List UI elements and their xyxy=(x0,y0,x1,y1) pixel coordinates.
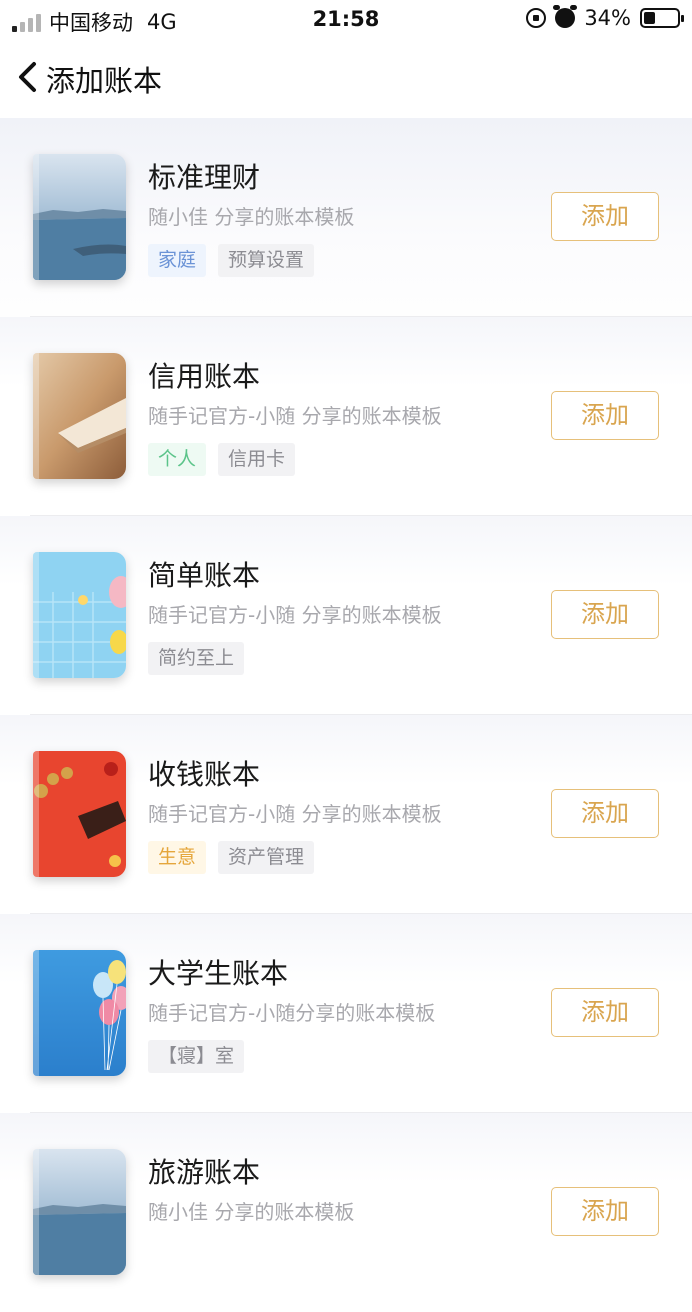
book-title: 旅游账本 xyxy=(148,1156,261,1189)
tag-list: 简约至上 xyxy=(148,642,245,675)
rotation-lock-icon xyxy=(526,8,547,28)
tag: 资产管理 xyxy=(218,841,315,874)
battery-percent: 34% xyxy=(584,6,631,30)
list-item[interactable]: 标准理财 随小佳 分享的账本模板 家庭 预算设置 添加 xyxy=(0,118,692,317)
list-item[interactable]: 旅游账本 随小佳 分享的账本模板 添加 xyxy=(0,1113,692,1312)
list-item[interactable]: 收钱账本 随手记官方-小随 分享的账本模板 生意 资产管理 添加 xyxy=(0,715,692,914)
add-button[interactable]: 添加 xyxy=(551,1187,659,1236)
tag: 家庭 xyxy=(148,244,207,277)
add-button[interactable]: 添加 xyxy=(551,988,659,1037)
list-item[interactable]: 简单账本 随手记官方-小随 分享的账本模板 简约至上 添加 xyxy=(0,516,692,715)
tag-list: 家庭 预算设置 xyxy=(148,244,315,277)
book-subtitle: 随手记官方-小随 分享的账本模板 xyxy=(148,603,442,627)
lake-icon xyxy=(33,1149,126,1275)
page-title: 添加账本 xyxy=(46,64,163,98)
book-title: 大学生账本 xyxy=(148,957,289,990)
balloon-blue-icon xyxy=(33,552,126,678)
lake-icon xyxy=(33,154,126,280)
book-title: 标准理财 xyxy=(148,161,261,194)
book-title: 信用账本 xyxy=(148,360,261,393)
status-icons: 34% xyxy=(526,5,684,30)
tag-list: 个人 信用卡 xyxy=(148,443,296,476)
card-icon xyxy=(33,353,126,479)
book-subtitle: 随小佳 分享的账本模板 xyxy=(148,205,355,229)
nav-bar: 添加账本 xyxy=(0,38,692,118)
list-item[interactable]: 信用账本 随手记官方-小随 分享的账本模板 个人 信用卡 添加 xyxy=(0,317,692,516)
battery-icon xyxy=(640,8,684,28)
add-button[interactable]: 添加 xyxy=(551,590,659,639)
red-coins-icon xyxy=(33,751,126,877)
tag: 生意 xyxy=(148,841,207,874)
add-button[interactable]: 添加 xyxy=(551,192,659,241)
tag: 简约至上 xyxy=(148,642,245,675)
book-subtitle: 随手记官方-小随 分享的账本模板 xyxy=(148,802,442,826)
tag: 【寝】室 xyxy=(148,1040,245,1073)
status-bar: 中国移动 4G 21:58 34% xyxy=(0,0,692,38)
book-title: 简单账本 xyxy=(148,559,261,592)
book-subtitle: 随小佳 分享的账本模板 xyxy=(148,1200,355,1224)
tag: 个人 xyxy=(148,443,207,476)
tag-list: 生意 资产管理 xyxy=(148,841,315,874)
tag: 预算设置 xyxy=(218,244,315,277)
book-title: 收钱账本 xyxy=(148,758,261,791)
alarm-icon xyxy=(553,5,578,28)
tag-list: 【寝】室 xyxy=(148,1040,245,1073)
tag: 信用卡 xyxy=(218,443,296,476)
back-chevron-icon[interactable] xyxy=(14,60,44,94)
book-subtitle: 随手记官方-小随 分享的账本模板 xyxy=(148,404,442,428)
add-button[interactable]: 添加 xyxy=(551,789,659,838)
add-button[interactable]: 添加 xyxy=(551,391,659,440)
book-subtitle: 随手记官方-小随分享的账本模板 xyxy=(148,1001,436,1025)
book-template-list[interactable]: 标准理财 随小佳 分享的账本模板 家庭 预算设置 添加 信用账本 随手记官方-小… xyxy=(0,118,692,1312)
balloons-icon xyxy=(33,950,126,1076)
list-item[interactable]: 大学生账本 随手记官方-小随分享的账本模板 【寝】室 添加 xyxy=(0,914,692,1113)
